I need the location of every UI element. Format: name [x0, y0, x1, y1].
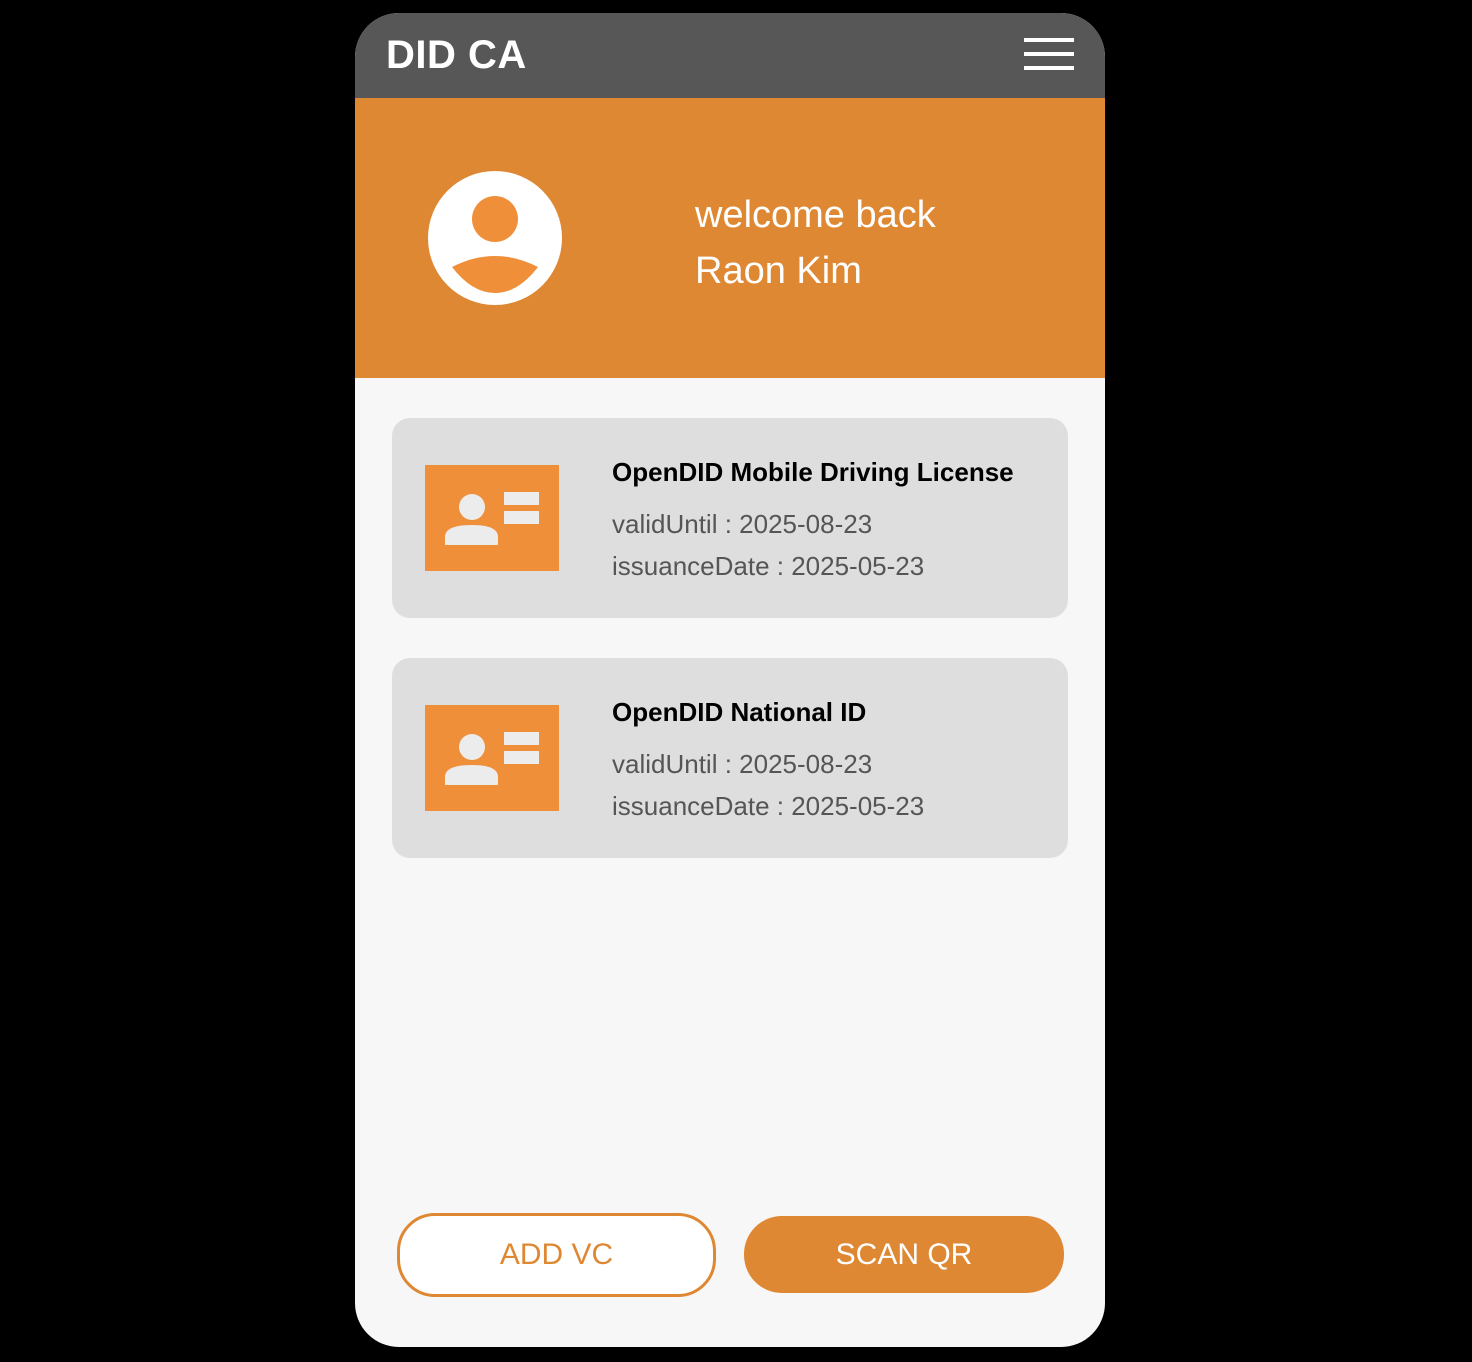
greeting-text: welcome back — [695, 194, 936, 236]
id-card-icon — [425, 705, 559, 811]
credential-card[interactable]: OpenDID Mobile Driving License validUnti… — [392, 418, 1068, 618]
hamburger-menu-icon[interactable] — [1023, 37, 1075, 73]
phone-screen: DID CA welcome back Raon Kim OpenDID Mob… — [355, 13, 1105, 1347]
app-header: DID CA — [355, 13, 1105, 98]
welcome-banner: welcome back Raon Kim — [355, 98, 1105, 378]
credential-valid-until: validUntil : 2025-08-23 — [612, 749, 873, 779]
user-avatar-icon — [428, 171, 562, 305]
user-name: Raon Kim — [695, 250, 862, 292]
scan-qr-button[interactable]: SCAN QR — [744, 1216, 1064, 1293]
credential-title: OpenDID National ID — [612, 697, 867, 727]
credential-issuance-date: issuanceDate : 2025-05-23 — [612, 791, 925, 821]
add-vc-button[interactable]: ADD VC — [397, 1213, 716, 1297]
credential-issuance-date: issuanceDate : 2025-05-23 — [612, 551, 925, 581]
id-card-icon — [425, 465, 559, 571]
credential-title: OpenDID Mobile Driving License — [612, 457, 1014, 487]
credential-card[interactable]: OpenDID National ID validUntil : 2025-08… — [392, 658, 1068, 858]
welcome-message: welcome back Raon Kim — [695, 187, 936, 299]
app-title: DID CA — [386, 33, 527, 77]
credential-valid-until: validUntil : 2025-08-23 — [612, 509, 873, 539]
